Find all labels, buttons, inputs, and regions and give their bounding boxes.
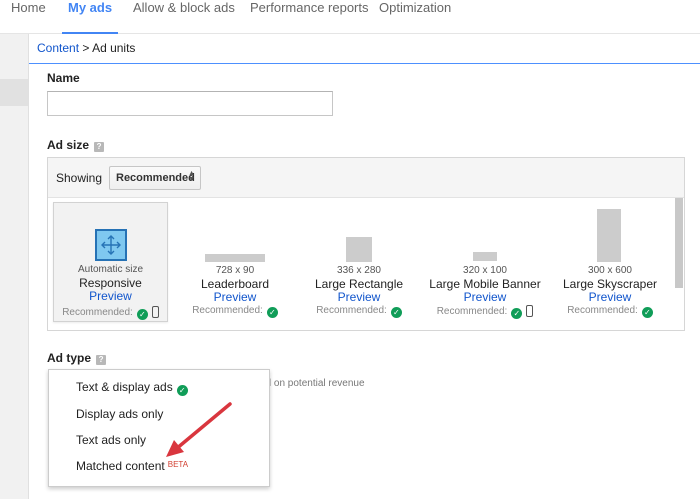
- ad-size-dims: 320 x 100: [463, 265, 507, 276]
- ad-size-title: Responsive: [79, 276, 142, 290]
- ad-type-option-text-only[interactable]: Text ads only: [76, 433, 146, 447]
- showing-label: Showing: [56, 171, 103, 185]
- breadcrumb: Content > Ad units: [29, 34, 700, 64]
- top-navigation: Home My ads Allow & block ads Performanc…: [0, 0, 700, 35]
- ad-size-label-row: Ad size?: [47, 138, 105, 152]
- ad-size-card-large-skyscraper[interactable]: 300 x 600 Large Skyscraper Preview Recom…: [550, 202, 670, 322]
- tab-performance-reports[interactable]: Performance reports: [250, 0, 369, 34]
- ad-size-panel: Showing Recommended ▲ ▼ Automatic size Re…: [47, 157, 685, 331]
- breadcrumb-content-link[interactable]: Content: [37, 41, 79, 55]
- phone-icon: [526, 305, 534, 317]
- ad-type-label: Ad type: [47, 351, 92, 365]
- name-input[interactable]: [47, 91, 333, 116]
- tab-my-ads[interactable]: My ads: [61, 0, 119, 35]
- ad-type-note: ed on potential revenue: [260, 378, 365, 389]
- option-label: Matched content: [76, 459, 165, 473]
- check-icon: ✓: [641, 307, 653, 318]
- ad-size-card-large-rectangle[interactable]: 336 x 280 Large Rectangle Preview Recomm…: [299, 202, 419, 322]
- phone-icon: [151, 306, 159, 318]
- ad-type-label-row: Ad type?: [47, 351, 107, 365]
- ad-size-shape: [473, 252, 497, 261]
- name-label: Name: [47, 71, 80, 85]
- left-sidebar: [0, 34, 29, 499]
- ad-size-preview-link[interactable]: Preview: [54, 289, 167, 303]
- ad-type-dropdown-menu: Text & display ads ✓ Display ads only Tex…: [48, 369, 270, 487]
- ad-type-option-text-display[interactable]: Text & display ads ✓: [76, 380, 188, 396]
- ad-size-dims: 300 x 600: [588, 265, 632, 276]
- horizontal-cards-scrollbar[interactable]: [675, 198, 683, 288]
- check-icon: ✓: [136, 309, 148, 320]
- ad-size-title: Leaderboard: [200, 277, 270, 291]
- ad-size-title: Large Rectangle: [314, 277, 404, 291]
- ad-size-recommended: Recommended: ✓: [423, 305, 547, 319]
- showing-select-value: Recommended: [116, 172, 195, 184]
- ad-size-title: Large Skyscraper: [562, 277, 658, 291]
- ad-size-recommended: Recommended: ✓: [299, 305, 419, 318]
- option-label: Display ads only: [76, 407, 164, 421]
- ad-size-recommended: Recommended: ✓: [175, 305, 295, 318]
- tab-allow-block-ads[interactable]: Allow & block ads: [133, 0, 235, 34]
- beta-badge: BETA: [167, 460, 189, 469]
- ad-size-preview-link[interactable]: Preview: [175, 290, 295, 304]
- ad-size-dims: 336 x 280: [337, 265, 381, 276]
- recommended-label: Recommended:: [567, 305, 638, 316]
- breadcrumb-separator: >: [82, 41, 90, 55]
- ad-size-preview-link[interactable]: Preview: [550, 290, 670, 304]
- ad-size-card-responsive[interactable]: Automatic size Responsive Preview Recomm…: [53, 202, 168, 322]
- option-label: Text ads only: [76, 433, 147, 447]
- help-icon[interactable]: ?: [96, 355, 107, 365]
- showing-bar: Showing Recommended ▲ ▼: [48, 158, 684, 198]
- ad-type-option-matched-content[interactable]: Matched content BETA: [76, 459, 188, 473]
- ad-size-cards: Automatic size Responsive Preview Recomm…: [48, 198, 684, 330]
- recommended-label: Recommended:: [62, 307, 133, 318]
- recommended-label: Recommended:: [316, 305, 387, 316]
- sidebar-selected-item[interactable]: [0, 79, 28, 106]
- up-down-arrows-icon: ▲ ▼: [188, 170, 195, 183]
- ad-size-recommended: Recommended: ✓: [54, 306, 167, 320]
- ad-size-recommended: Recommended: ✓: [550, 305, 670, 318]
- check-icon: ✓: [511, 308, 523, 319]
- check-icon: ✓: [176, 385, 188, 396]
- ad-type-option-display-only[interactable]: Display ads only: [76, 407, 163, 421]
- ad-size-card-leaderboard[interactable]: 728 x 90 Leaderboard Preview Recommended…: [175, 202, 295, 322]
- showing-select[interactable]: Recommended ▲ ▼: [109, 166, 201, 190]
- check-icon: ✓: [266, 307, 278, 318]
- ad-size-title: Large Mobile Banner: [429, 277, 541, 291]
- recommended-label: Recommended:: [192, 305, 263, 316]
- ad-size-dims: 728 x 90: [215, 265, 255, 276]
- ad-size-shape: [205, 254, 265, 262]
- tab-home[interactable]: Home: [11, 0, 46, 34]
- ad-size-shape: [346, 237, 372, 262]
- ad-size-preview-link[interactable]: Preview: [423, 290, 547, 304]
- help-icon[interactable]: ?: [94, 142, 105, 152]
- option-label: Text & display ads: [76, 380, 173, 394]
- tab-optimization[interactable]: Optimization: [379, 0, 451, 34]
- ad-size-preview-link[interactable]: Preview: [299, 290, 419, 304]
- ad-size-dims: Automatic size: [77, 264, 144, 275]
- recommended-label: Recommended:: [436, 306, 508, 317]
- ad-size-shape: [597, 209, 621, 262]
- ad-size-label: Ad size: [47, 138, 90, 152]
- ad-size-card-large-mobile-banner[interactable]: 320 x 100 Large Mobile Banner Preview Re…: [423, 202, 547, 322]
- resize-arrows-icon: [95, 229, 127, 261]
- breadcrumb-current: Ad units: [92, 41, 136, 55]
- check-icon: ✓: [390, 307, 402, 318]
